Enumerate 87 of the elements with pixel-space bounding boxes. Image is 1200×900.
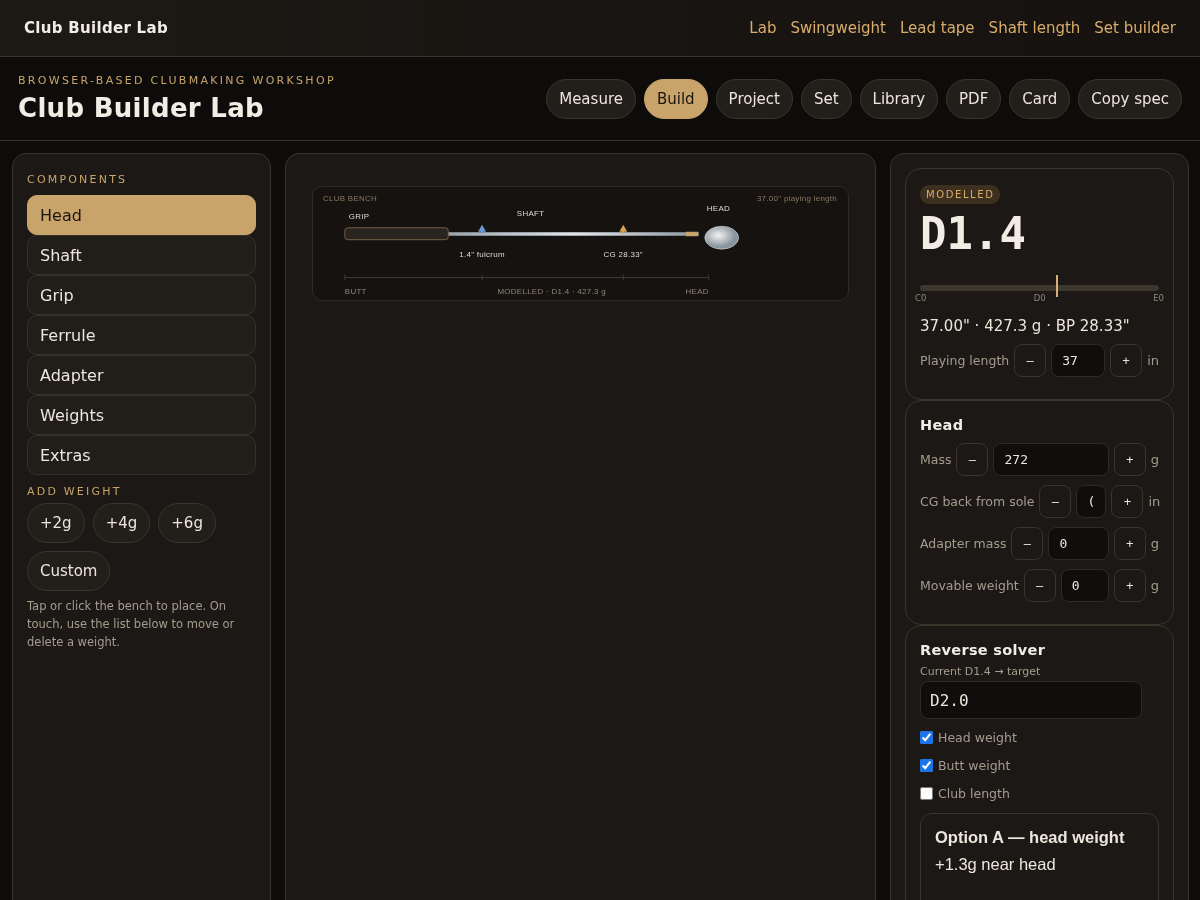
number-field[interactable]: 0: [1048, 527, 1109, 560]
card-title: Head: [920, 417, 964, 433]
marker-label: CG 28.33": [603, 249, 643, 259]
add-weight-button[interactable]: +4g: [92, 503, 151, 543]
hint-text: Current D1.4 → target: [920, 665, 1042, 678]
field-label: Adapter mass: [920, 536, 1007, 551]
decrement-button[interactable]: –: [1014, 344, 1047, 377]
nav-link[interactable]: Set builder: [1094, 19, 1176, 37]
nav-link[interactable]: Lab: [749, 19, 777, 37]
result-title: Option A — head weight: [935, 828, 1125, 847]
page-title: Club Builder Lab: [18, 93, 265, 123]
add-weight-button[interactable]: +2g: [27, 503, 85, 543]
nav-link[interactable]: Swingweight: [790, 19, 886, 37]
add-weight-button[interactable]: Custom: [27, 551, 111, 591]
club-stats: 37.00" · 427.3 g · BP 28.33": [920, 317, 1130, 335]
brand-name: Club Builder Lab: [24, 19, 168, 37]
option-checkbox[interactable]: [920, 730, 933, 744]
decrement-button[interactable]: –: [956, 443, 989, 476]
unit-label: g: [1150, 536, 1159, 551]
option-checkbox[interactable]: [920, 786, 933, 800]
section-heading: COMPONENTS: [27, 173, 128, 186]
decrement-button[interactable]: –: [1023, 569, 1056, 602]
field-label: Playing length: [920, 353, 1010, 368]
component-item[interactable]: Extras: [27, 435, 256, 475]
decrement-button[interactable]: –: [1039, 485, 1072, 518]
increment-button[interactable]: +: [1113, 527, 1146, 560]
increment-button[interactable]: +: [1113, 569, 1146, 602]
mode-tab[interactable]: Card: [1009, 78, 1071, 119]
scale-label: MODELLED · D1.4 · 427.3 g: [497, 287, 606, 297]
field-label: Mass: [920, 452, 952, 467]
bench-label: HEAD: [706, 203, 731, 213]
component-item[interactable]: Ferrule: [27, 315, 256, 355]
unit-label: g: [1150, 452, 1159, 467]
marker-icon[interactable]: [478, 224, 487, 234]
result-detail: +1.3g near head: [935, 855, 1056, 874]
card-title: Reverse solver: [920, 642, 1046, 658]
bench-label: SHAFT: [516, 208, 545, 218]
field-label: Movable weight: [920, 578, 1019, 593]
help-text: Tap or click the bench to place. On touch, use the list below to move or delete a weight.: [27, 598, 236, 651]
option-checkbox[interactable]: [920, 758, 933, 772]
status-badge: MODELLED: [920, 185, 1001, 204]
checkbox-label: Butt weight: [938, 757, 1011, 773]
mode-tab[interactable]: Project: [715, 78, 793, 119]
checkbox-label: Club length: [938, 785, 1010, 801]
number-field[interactable]: 0: [1060, 569, 1109, 602]
mode-tab[interactable]: Library: [859, 78, 939, 119]
number-field[interactable]: 272: [993, 443, 1109, 476]
bench-label: 37.00" playing length: [756, 193, 838, 203]
scale-label: E0: [1153, 293, 1164, 303]
swingweight-value: D1.4: [920, 208, 1026, 259]
decrement-button[interactable]: –: [1011, 527, 1044, 560]
add-weight-button[interactable]: +6g: [158, 503, 216, 543]
section-heading: ADD WEIGHT: [27, 485, 122, 498]
mode-tab[interactable]: PDF: [946, 78, 1002, 119]
number-field[interactable]: (: [1076, 485, 1107, 518]
mode-tab[interactable]: Set: [800, 78, 852, 119]
field-label: CG back from sole: [920, 494, 1035, 509]
target-field[interactable]: D2.0: [920, 681, 1142, 719]
increment-button[interactable]: +: [1110, 344, 1143, 377]
marker-label: 1.4" fulcrum: [459, 249, 505, 259]
scale-label: D0: [1033, 293, 1046, 303]
nav-link[interactable]: Shaft length: [988, 19, 1081, 37]
club-bench-drawing[interactable]: CLUB BENCH 37.00" playing length GRIP SHAFT HEAD 1.4" fulcrum CG 28.33" BUTT MODELLED · D1.4 · 427.3 g HEAD: [313, 187, 848, 301]
component-item[interactable]: Shaft: [27, 235, 256, 275]
nav-link[interactable]: Lead tape: [899, 19, 975, 37]
unit-label: g: [1150, 578, 1159, 593]
bench-label: GRIP: [348, 211, 370, 221]
component-item[interactable]: Head: [27, 195, 256, 235]
component-item[interactable]: Adapter: [27, 355, 256, 395]
increment-button[interactable]: +: [1113, 443, 1146, 476]
component-item[interactable]: Weights: [27, 395, 256, 435]
marker-icon[interactable]: [619, 224, 628, 234]
scale-label: C0: [915, 293, 927, 303]
checkbox-label: Head weight: [938, 729, 1017, 745]
number-field[interactable]: 37: [1051, 344, 1106, 377]
mode-tab[interactable]: Measure: [546, 78, 636, 119]
golf-club-icon[interactable]: [344, 226, 739, 250]
unit-label: in: [1147, 353, 1159, 368]
unit-label: in: [1148, 494, 1161, 509]
increment-button[interactable]: +: [1111, 485, 1144, 518]
mode-tab[interactable]: Copy spec: [1078, 78, 1182, 119]
scale-label: BUTT: [344, 287, 367, 297]
mode-tab[interactable]: Build: [643, 78, 708, 119]
eyebrow-text: BROWSER-BASED CLUBMAKING WORKSHOP: [18, 74, 336, 87]
bench-label: CLUB BENCH: [322, 193, 378, 203]
component-item[interactable]: Grip: [27, 275, 256, 315]
scale-label: HEAD: [685, 287, 709, 297]
